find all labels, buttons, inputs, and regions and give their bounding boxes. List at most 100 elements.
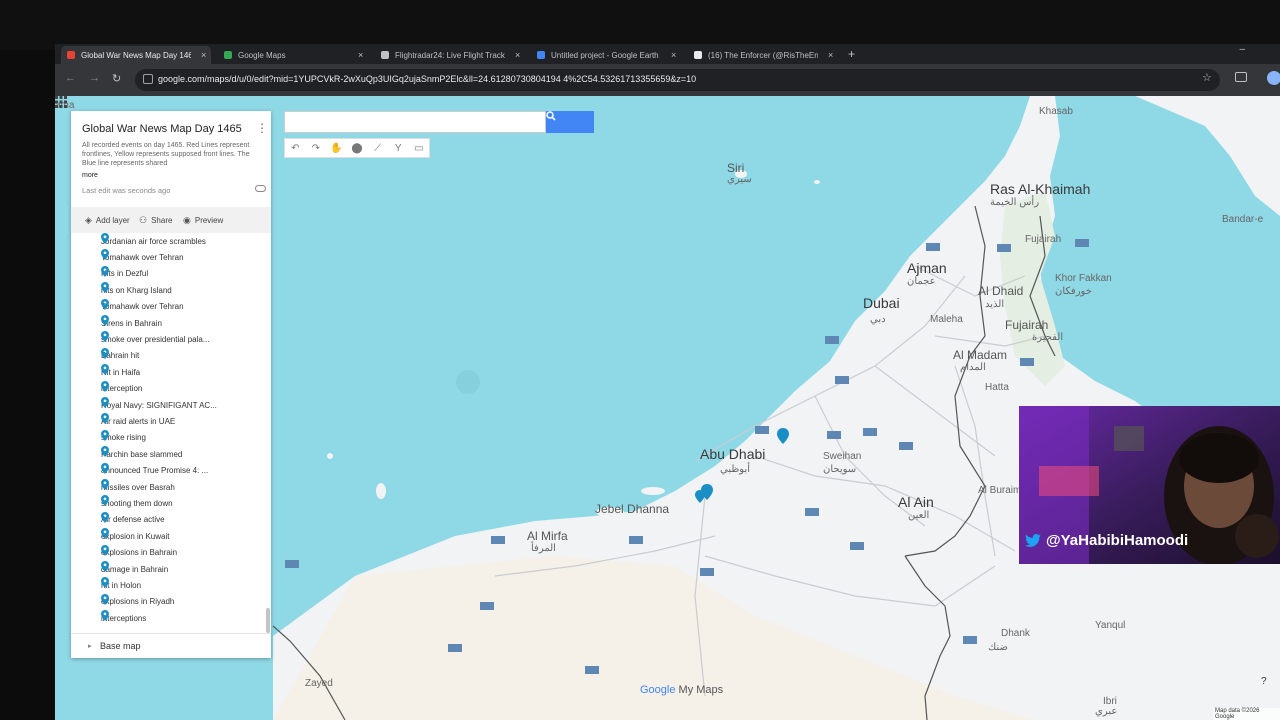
expand-arrow-icon[interactable]: ▸ bbox=[88, 642, 92, 650]
add-marker-icon[interactable]: ⬤ bbox=[347, 139, 368, 157]
last-edit-text: Last edit was seconds ago bbox=[82, 186, 171, 195]
label-al-madam: Al Madam bbox=[953, 348, 1008, 362]
help-icon[interactable]: ? bbox=[1261, 676, 1267, 687]
reader-mode-icon[interactable] bbox=[1235, 72, 1247, 82]
layer-list-item[interactable]: Hits in Dezful bbox=[101, 265, 148, 282]
map-pin-icon bbox=[101, 413, 109, 425]
layer-list-item[interactable]: missiles over Basrah bbox=[101, 479, 175, 495]
directions-icon[interactable]: Y bbox=[388, 139, 409, 157]
browser-tab[interactable]: Flightradar24: Live Flight Tracker × bbox=[375, 46, 525, 64]
layer-list-item[interactable]: announced True Promise 4: ... bbox=[101, 462, 209, 479]
map-pin-icon bbox=[101, 347, 109, 359]
layer-list-item[interactable]: Tomahawk over Tehran bbox=[101, 249, 184, 265]
layer-list-item[interactable]: interception bbox=[101, 380, 142, 397]
label-dubai: Dubai bbox=[863, 295, 900, 311]
browser-tab[interactable]: Global War News Map Day 1465 × bbox=[61, 46, 211, 64]
map-pin-icon bbox=[101, 429, 109, 441]
layer-list-item[interactable]: explosion in Kuwait bbox=[101, 528, 169, 544]
layer-list-item[interactable]: damage in Bahrain bbox=[101, 561, 168, 577]
tab-favicon-icon bbox=[537, 51, 545, 59]
layer-item-label: announced True Promise 4: ... bbox=[101, 466, 209, 476]
map-pin-icon bbox=[101, 331, 109, 343]
layer-list-item[interactable]: Sirens in Bahrain bbox=[101, 315, 162, 331]
layer-list-item[interactable]: shooting them down bbox=[101, 495, 173, 511]
add-layer-button[interactable]: ◈ Add layer bbox=[85, 215, 130, 226]
browser-tab[interactable]: Google Maps × bbox=[218, 46, 368, 64]
tab-close-icon[interactable]: × bbox=[515, 50, 520, 60]
search-button[interactable] bbox=[546, 111, 594, 133]
minimize-button[interactable]: – bbox=[1239, 44, 1245, 55]
layer-item-label: Royal Navy: SIGNIFIGANT AC... bbox=[101, 400, 217, 410]
layer-item-label: explosions in Riyadh bbox=[101, 597, 175, 607]
layer-list-item[interactable]: explosions in Bahrain bbox=[101, 544, 178, 561]
eye-icon: ◉ bbox=[183, 215, 191, 225]
browser-tab[interactable]: Untitled project - Google Earth × bbox=[531, 46, 681, 64]
handle-text: @YaHabibiHamoodi bbox=[1046, 532, 1189, 549]
layer-list-item[interactable]: smoke rising bbox=[101, 429, 146, 446]
base-map-section[interactable]: ▸ Base map bbox=[71, 633, 271, 658]
bookmark-star-icon[interactable]: ☆ bbox=[1202, 71, 1212, 84]
profile-avatar[interactable] bbox=[1267, 71, 1280, 85]
map-pin-icon bbox=[101, 561, 109, 572]
tab-favicon-icon bbox=[381, 51, 389, 59]
layer-item-label: Tomahawk over Tehran bbox=[101, 252, 184, 262]
label-fujairah: Fujairah bbox=[1005, 318, 1049, 332]
undo-icon[interactable]: ↶ bbox=[285, 139, 306, 157]
more-options-icon[interactable]: ⋮ bbox=[256, 121, 268, 135]
tab-label: Flightradar24: Live Flight Tracker bbox=[395, 50, 505, 60]
search-input[interactable] bbox=[289, 115, 539, 130]
layer-list-item[interactable]: smoke over presidential pala... bbox=[101, 331, 210, 347]
draw-line-icon[interactable]: ⟋ bbox=[367, 139, 388, 157]
site-info-icon[interactable] bbox=[143, 74, 153, 84]
tab-close-icon[interactable]: × bbox=[828, 50, 833, 60]
tab-strip: Global War News Map Day 1465 × Google Maps… bbox=[55, 44, 1280, 64]
forward-button[interactable]: → bbox=[89, 72, 100, 84]
browser-tab[interactable]: (16) The Enforcer (@RisTheEnforcer) × bbox=[688, 46, 838, 64]
layers-panel: Global War News Map Day 1465 ⋮ All recor… bbox=[71, 111, 271, 658]
tab-favicon-icon bbox=[224, 51, 232, 59]
label-al-dhaid: Al Dhaid bbox=[978, 284, 1024, 298]
layer-list-item[interactable]: Bahrain hit bbox=[101, 347, 139, 364]
ruler-icon[interactable]: ▭ bbox=[408, 139, 429, 157]
redo-icon[interactable]: ↷ bbox=[306, 139, 327, 157]
label-al-ain-ar: العين bbox=[908, 510, 930, 521]
layer-list-item[interactable]: Hit in Haifa bbox=[101, 364, 140, 380]
layer-list-item[interactable]: interceptions bbox=[101, 610, 146, 626]
map-title[interactable]: Global War News Map Day 1465 bbox=[82, 123, 242, 135]
label-yanqul: Yanqul bbox=[1095, 620, 1126, 631]
layer-list-item[interactable]: Air defense active bbox=[101, 511, 165, 528]
tab-close-icon[interactable]: × bbox=[671, 50, 676, 60]
layer-list-item[interactable]: Jordanian air force scrambles bbox=[101, 233, 206, 249]
label-dhank: Dhank bbox=[1001, 628, 1030, 639]
label-ajman: Ajman bbox=[907, 260, 947, 276]
apps-grid-icon[interactable] bbox=[55, 96, 67, 108]
preview-button[interactable]: ◉ Preview bbox=[183, 215, 223, 226]
label-al-ain: Al Ain bbox=[898, 494, 934, 510]
cloud-saved-icon bbox=[255, 185, 266, 192]
tab-close-icon[interactable]: × bbox=[358, 50, 363, 60]
reload-button[interactable]: ↻ bbox=[112, 72, 121, 85]
share-button[interactable]: ⚇ Share bbox=[139, 215, 172, 226]
layer-list-item[interactable]: hit in Holon bbox=[101, 577, 141, 593]
more-link[interactable]: more bbox=[82, 172, 98, 179]
layer-list-item[interactable]: Tomahawk over Tehran bbox=[101, 298, 184, 315]
tab-label: Global War News Map Day 1465 bbox=[81, 50, 191, 60]
label-ajman-ar: عجمان bbox=[907, 276, 936, 287]
new-tab-button[interactable]: + bbox=[848, 47, 855, 61]
panel-scrollbar[interactable] bbox=[266, 608, 270, 633]
layer-list-item[interactable]: Parchin base slammed bbox=[101, 446, 182, 462]
label-al-buraimi: Al Buraimi bbox=[978, 485, 1024, 496]
add-person-icon: ⚇ bbox=[139, 215, 148, 225]
layer-list-item[interactable]: explosions in Riyadh bbox=[101, 593, 175, 610]
layer-item-label: Air defense active bbox=[101, 515, 165, 525]
layer-item-label: explosions in Bahrain bbox=[101, 548, 178, 558]
layer-list-item[interactable]: Air raid alerts in UAE bbox=[101, 413, 175, 429]
layer-list-item[interactable]: Royal Navy: SIGNIFIGANT AC... bbox=[101, 397, 217, 413]
hand-icon[interactable]: ✋ bbox=[326, 139, 347, 157]
back-button[interactable]: ← bbox=[65, 72, 76, 84]
tab-close-icon[interactable]: × bbox=[201, 50, 206, 60]
layer-list-item[interactable]: hits on Kharg Island bbox=[101, 282, 172, 298]
map-pin-icon bbox=[101, 511, 109, 523]
address-bar[interactable]: google.com/maps/d/u/0/edit?mid=1YUPCVkR-… bbox=[135, 69, 1220, 91]
layer-item-label: smoke over presidential pala... bbox=[101, 334, 210, 344]
